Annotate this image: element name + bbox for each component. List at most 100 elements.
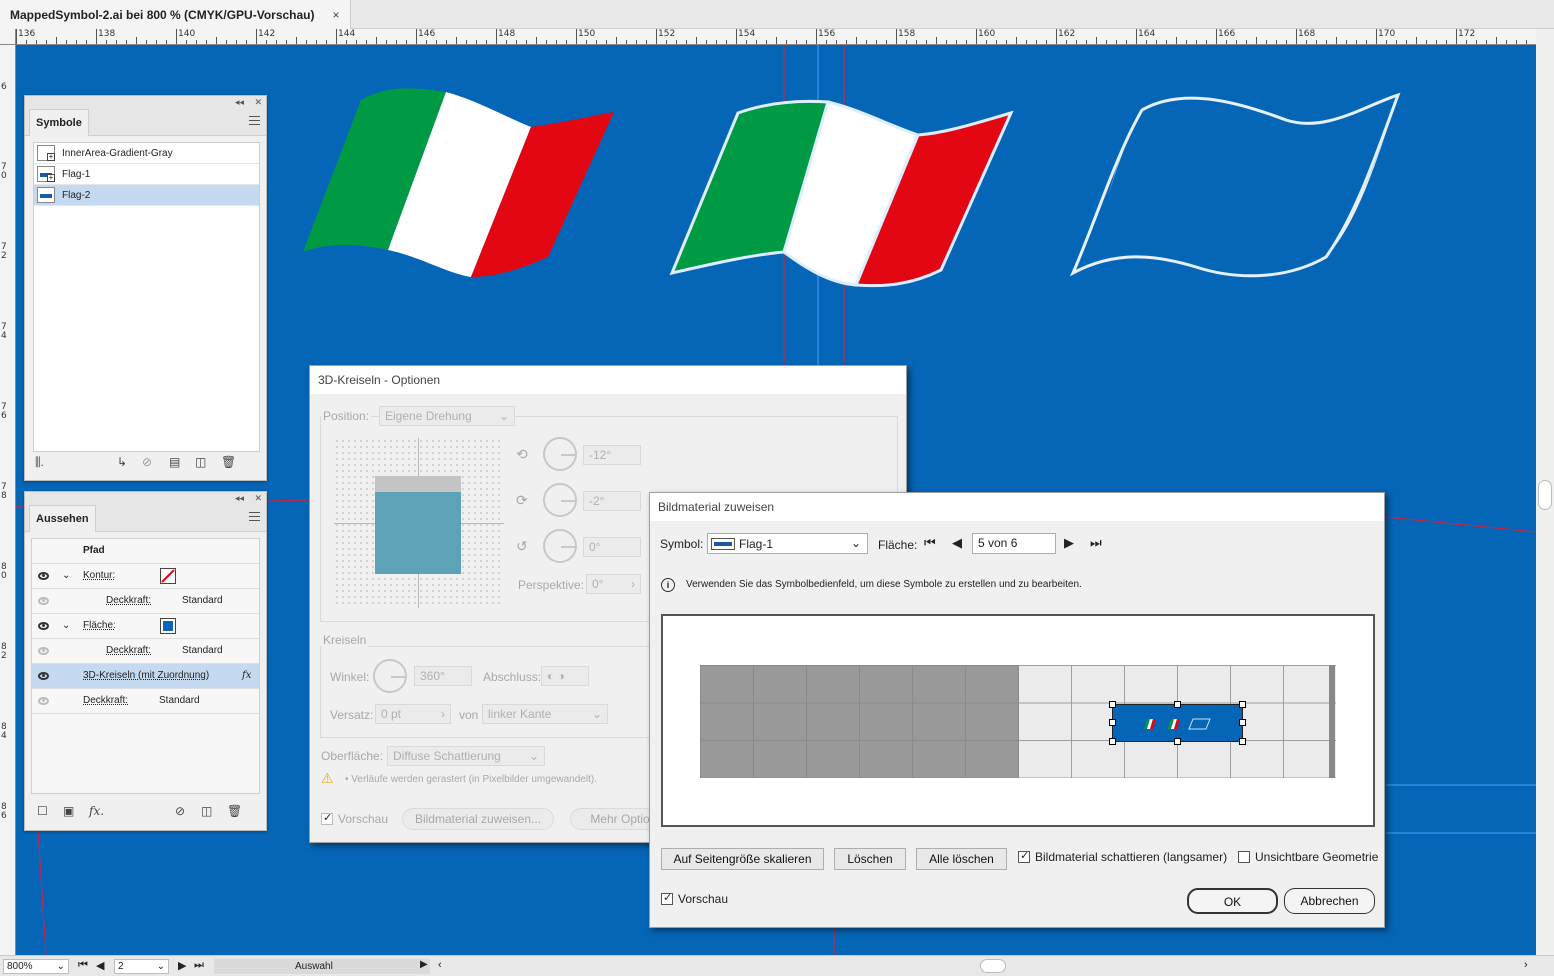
close-panel-icon[interactable]: ✕ <box>254 492 262 504</box>
rotate-z-field[interactable]: 0° <box>583 537 641 557</box>
zoom-select[interactable]: 800% ⌄ <box>3 959 69 974</box>
invisible-geometry-checkbox[interactable] <box>1238 851 1250 863</box>
list-item[interactable]: + Flag-1 <box>34 164 259 185</box>
visibility-eye-icon[interactable] <box>38 647 49 655</box>
visibility-eye-icon[interactable] <box>38 672 49 680</box>
opacity-label[interactable]: Deckkraft: <box>83 695 128 706</box>
clear-all-button[interactable]: Alle löschen <box>916 848 1007 870</box>
panel-menu-icon[interactable] <box>249 512 260 521</box>
tab-symbole[interactable]: Symbole <box>29 109 89 136</box>
ruler-origin[interactable] <box>0 29 16 45</box>
effect-fx-icon[interactable]: fx <box>242 670 251 681</box>
preview-checkbox-3d[interactable] <box>321 811 333 825</box>
rotate-x-field[interactable]: -12° <box>583 445 641 465</box>
add-fill-icon[interactable]: ▣ <box>63 804 74 818</box>
list-item[interactable]: + InnerArea-Gradient-Gray <box>34 143 259 164</box>
expand-chevron-icon[interactable]: ⌄ <box>62 620 70 631</box>
panel-menu-icon[interactable] <box>249 116 260 125</box>
mapped-symbol-box[interactable] <box>1112 704 1243 742</box>
visibility-eye-icon[interactable] <box>38 622 49 630</box>
horizontal-ruler[interactable]: 136 138 140 142 144 146 148 150 152 154 156 158 160 1… <box>16 29 1536 45</box>
fill-opacity-row[interactable]: Deckkraft: Standard <box>32 639 259 664</box>
preview-checkbox[interactable] <box>661 891 673 905</box>
rotate-x-dial[interactable] <box>543 437 577 471</box>
next-surface-icon[interactable]: ▶ <box>1064 535 1074 551</box>
resize-handle[interactable] <box>1239 738 1246 745</box>
appearance-header-row[interactable]: Pfad <box>32 539 259 564</box>
vertical-ruler[interactable]: 6 7 0 7 2 7 4 7 6 7 8 8 0 8 2 8 4 8 6 <box>0 45 16 955</box>
scale-to-fit-button[interactable]: Auf Seitengröße skalieren <box>661 848 824 870</box>
fill-row[interactable]: ⌄ Fläche: <box>32 614 259 639</box>
visibility-eye-icon[interactable] <box>38 572 49 580</box>
first-artboard-icon[interactable]: ⏮ <box>78 959 88 972</box>
add-stroke-icon[interactable]: ☐ <box>37 804 48 818</box>
first-surface-icon[interactable]: ⏮ <box>924 535 936 551</box>
ok-button[interactable]: OK <box>1187 888 1278 914</box>
resize-handle[interactable] <box>1174 701 1181 708</box>
next-artboard-icon[interactable]: ▶ <box>178 959 186 972</box>
status-menu-icon[interactable]: ▶ <box>420 959 428 970</box>
previous-artboard-icon[interactable]: ◀ <box>96 959 104 972</box>
angle-dial[interactable] <box>373 659 407 693</box>
from-select[interactable]: linker Kante ⌄ <box>482 704 608 724</box>
map-art-button[interactable]: Bildmaterial zuweisen... <box>402 808 554 830</box>
stroke-swatch[interactable] <box>160 568 176 584</box>
resize-handle[interactable] <box>1109 719 1116 726</box>
opacity-row[interactable]: Deckkraft: Standard <box>32 689 259 714</box>
perspective-field[interactable]: 0° › <box>586 574 641 594</box>
panel-titlebar[interactable]: ◂◂ ✕ <box>25 492 266 504</box>
cap-buttons[interactable]: ◐ ◑ <box>541 666 589 686</box>
resize-handle[interactable] <box>1174 738 1181 745</box>
effect-row[interactable]: 3D-Kreiseln (mit Zuordnung) fx <box>32 664 259 689</box>
scroll-left-icon[interactable]: ‹ <box>438 959 442 971</box>
resize-handle[interactable] <box>1109 701 1116 708</box>
horizontal-scroll-thumb[interactable] <box>980 959 1006 973</box>
symbol-select[interactable]: Flag-1 ⌄ <box>707 533 868 554</box>
fill-swatch[interactable] <box>160 618 176 634</box>
delete-item-icon[interactable]: 🗑 <box>227 804 242 818</box>
resize-handle[interactable] <box>1239 701 1246 708</box>
opacity-label[interactable]: Deckkraft: <box>106 645 151 656</box>
break-link-icon[interactable]: ⊘ <box>142 455 152 469</box>
previous-surface-icon[interactable]: ◀ <box>952 535 962 551</box>
shade-artwork-checkbox[interactable] <box>1018 849 1030 863</box>
duplicate-item-icon[interactable]: ◫ <box>201 804 212 818</box>
place-symbol-icon[interactable]: ↳ <box>117 455 127 469</box>
rotate-y-field[interactable]: -2° <box>583 491 641 511</box>
art-preview-area[interactable] <box>661 614 1375 827</box>
visibility-eye-icon[interactable] <box>38 597 49 605</box>
list-item[interactable]: Flag-2 <box>34 185 259 206</box>
resize-handle[interactable] <box>1239 719 1246 726</box>
tab-aussehen[interactable]: Aussehen <box>29 505 96 532</box>
surface-field[interactable]: 5 von 6 <box>972 533 1056 554</box>
collapse-panel-icon[interactable]: ◂◂ <box>235 96 244 108</box>
last-surface-icon[interactable]: ⏭ <box>1090 535 1102 551</box>
close-panel-icon[interactable]: ✕ <box>254 96 262 108</box>
artboard-select[interactable]: 2 ⌄ <box>114 959 169 974</box>
symbol-libraries-icon[interactable]: ⫼. <box>35 455 44 470</box>
stroke-row[interactable]: ⌄ Kontur: <box>32 564 259 589</box>
visibility-eye-icon[interactable] <box>38 697 49 705</box>
collapse-panel-icon[interactable]: ◂◂ <box>235 492 244 504</box>
last-artboard-icon[interactable]: ⏭ <box>194 959 204 972</box>
add-effect-icon[interactable]: fx. <box>89 804 104 818</box>
rotate-y-dial[interactable] <box>543 483 577 517</box>
symbol-options-icon[interactable]: ▤ <box>169 455 180 469</box>
panel-titlebar[interactable]: ◂◂ ✕ <box>25 96 266 108</box>
delete-symbol-icon[interactable]: 🗑 <box>221 455 236 469</box>
angle-field[interactable]: 360° <box>414 666 472 686</box>
clear-appearance-icon[interactable]: ⊘ <box>175 804 185 818</box>
scroll-right-icon[interactable]: › <box>1524 959 1528 971</box>
expand-chevron-icon[interactable]: ⌄ <box>62 570 70 581</box>
resize-handle[interactable] <box>1109 738 1116 745</box>
surface-select[interactable]: Diffuse Schattierung ⌄ <box>387 746 545 766</box>
cancel-button[interactable]: Abbrechen <box>1284 888 1375 914</box>
fill-label[interactable]: Fläche: <box>83 620 116 631</box>
vertical-scroll-thumb[interactable] <box>1538 480 1552 510</box>
opacity-label[interactable]: Deckkraft: <box>106 595 151 606</box>
close-tab-icon[interactable]: × <box>333 8 340 22</box>
position-select[interactable]: Eigene Drehung ⌄ <box>379 406 515 426</box>
document-tab[interactable]: MappedSymbol-2.ai bei 800 % (CMYK/GPU-Vo… <box>0 0 351 29</box>
effect-label[interactable]: 3D-Kreiseln (mit Zuordnung) <box>83 670 209 681</box>
offset-field[interactable]: 0 pt › <box>375 704 451 724</box>
